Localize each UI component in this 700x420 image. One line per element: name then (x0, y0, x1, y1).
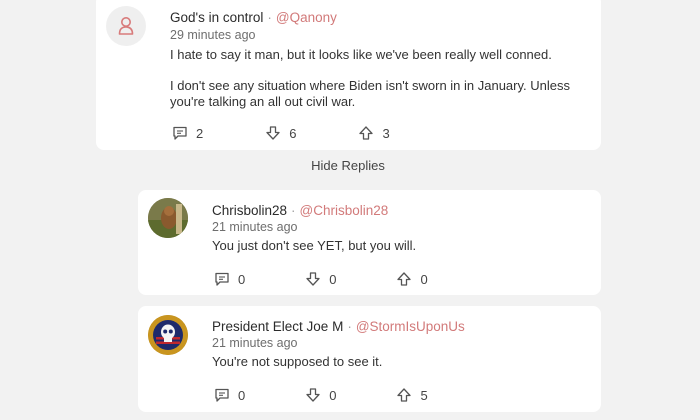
hide-replies-link[interactable]: Hide Replies (0, 158, 696, 173)
downvote-button[interactable]: 0 (305, 387, 336, 403)
upvote-arrow-icon (397, 272, 412, 286)
avatar[interactable] (148, 198, 188, 238)
upvote-arrow-icon (397, 388, 412, 402)
author-handle[interactable]: @Chrisbolin28 (300, 203, 389, 218)
timestamp: 21 minutes ago (212, 220, 298, 234)
author-handle[interactable]: @Qanony (276, 10, 337, 25)
reply-button[interactable]: 0 (214, 271, 245, 287)
user-icon (118, 17, 134, 35)
upvote-count: 0 (420, 271, 428, 287)
avatar[interactable] (106, 6, 146, 46)
reply-card: President Elect Joe M · @StormIsUponUs 21 … (138, 306, 601, 412)
timestamp: 29 minutes ago (170, 28, 256, 42)
reply-text: You just don't see YET, but you will. (212, 238, 417, 253)
upvote-button[interactable]: 0 (396, 271, 428, 287)
reply-card: Chrisbolin28 · @Chrisbolin28 21 minutes ag… (138, 190, 601, 295)
comment-actions: 2 6 3 (172, 125, 390, 141)
upvote-arrow-icon (359, 126, 374, 140)
reply-header: President Elect Joe M · @StormIsUponUs (212, 319, 465, 334)
comment-text: I hate to say it man, but it looks like … (170, 47, 552, 62)
reply-button[interactable]: 0 (214, 387, 245, 403)
author-name[interactable]: God's in control (170, 10, 263, 25)
reply-header: Chrisbolin28 · @Chrisbolin28 (212, 203, 388, 218)
reply-text: You're not supposed to see it. (212, 354, 383, 369)
comment-bubble-icon (173, 126, 187, 140)
downvote-count: 0 (329, 387, 337, 403)
downvote-count: 0 (329, 271, 337, 287)
reply-button[interactable]: 2 (172, 125, 203, 141)
skull-badge-icon (148, 315, 188, 355)
comment-bubble-icon (215, 272, 229, 286)
downvote-button[interactable]: 6 (265, 125, 296, 141)
upvote-count: 5 (420, 387, 428, 403)
author-name[interactable]: President Elect Joe M (212, 319, 343, 334)
comment-text-2: I don't see any situation where Biden is… (170, 78, 570, 109)
downvote-arrow-icon (306, 272, 320, 286)
upvote-button[interactable]: 3 (358, 125, 390, 141)
avatar-photo-icon (148, 198, 188, 238)
timestamp: 21 minutes ago (212, 336, 298, 350)
reply-count: 2 (196, 125, 204, 141)
author-handle[interactable]: @StormIsUponUs (356, 319, 465, 334)
separator-dot: · (347, 319, 352, 334)
downvote-button[interactable]: 0 (305, 271, 336, 287)
comment-bubble-icon (215, 388, 229, 402)
reply-actions: 0 0 0 (214, 271, 428, 287)
reply-count: 0 (238, 387, 246, 403)
separator-dot: · (267, 10, 272, 25)
avatar[interactable] (148, 315, 188, 355)
author-name[interactable]: Chrisbolin28 (212, 203, 287, 218)
downvote-arrow-icon (266, 126, 280, 140)
comment-header: God's in control · @Qanony (170, 10, 337, 25)
downvote-count: 6 (289, 125, 297, 141)
reply-actions: 0 0 5 (214, 387, 428, 403)
separator-dot: · (291, 203, 296, 218)
comment-card: God's in control · @Qanony 29 minutes ago … (96, 0, 601, 150)
downvote-arrow-icon (306, 388, 320, 402)
reply-count: 0 (238, 271, 246, 287)
upvote-count: 3 (382, 125, 390, 141)
upvote-button[interactable]: 5 (396, 387, 428, 403)
